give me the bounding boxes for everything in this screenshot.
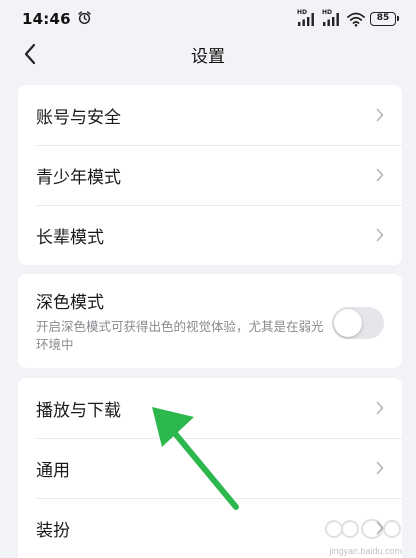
dark-mode-row: 深色模式 开启深色模式可获得出色的视觉体验，尤其是在弱光环境中 bbox=[18, 274, 402, 368]
dark-mode-group: 深色模式 开启深色模式可获得出色的视觉体验，尤其是在弱光环境中 bbox=[18, 274, 402, 368]
chevron-right-icon bbox=[376, 108, 384, 122]
nav-bar: 设置 bbox=[0, 38, 416, 70]
wifi-icon bbox=[347, 12, 365, 27]
settings-item-teen-mode[interactable]: 青少年模式 bbox=[18, 145, 402, 205]
settings-item-playback-download[interactable]: 播放与下载 bbox=[18, 378, 402, 438]
settings-item-label: 通用 bbox=[36, 460, 70, 481]
chevron-left-icon bbox=[24, 43, 36, 65]
account-settings-group: 账号与安全 青少年模式 长辈模式 bbox=[18, 85, 402, 265]
chevron-right-icon bbox=[376, 168, 384, 182]
status-time: 14:46 bbox=[22, 10, 71, 28]
chevron-right-icon bbox=[376, 461, 384, 475]
page-title: 设置 bbox=[191, 46, 225, 67]
chevron-right-icon bbox=[376, 521, 384, 535]
settings-item-label: 长辈模式 bbox=[36, 227, 104, 248]
dark-mode-toggle[interactable] bbox=[332, 307, 384, 339]
signal-icon-2: HD bbox=[322, 9, 342, 27]
signal-1-label: HD bbox=[297, 9, 308, 16]
toggle-knob bbox=[334, 309, 362, 337]
chevron-right-icon bbox=[376, 401, 384, 415]
dark-mode-description: 开启深色模式可获得出色的视觉体验，尤其是在弱光环境中 bbox=[36, 319, 324, 352]
dark-mode-title: 深色模式 bbox=[36, 293, 104, 313]
settings-item-label: 装扮 bbox=[36, 520, 70, 541]
status-left: 14:46 bbox=[22, 10, 92, 29]
dark-mode-text: 深色模式 开启深色模式可获得出色的视觉体验，尤其是在弱光环境中 bbox=[36, 288, 326, 354]
settings-item-general[interactable]: 通用 bbox=[18, 438, 402, 498]
battery-icon: 85 bbox=[370, 12, 399, 26]
status-right: HD HD 85 bbox=[297, 9, 399, 27]
settings-item-account-security[interactable]: 账号与安全 bbox=[18, 85, 402, 145]
watermark-text: jingyan.baidu.com bbox=[329, 546, 402, 556]
general-settings-group: 播放与下载 通用 装扮 bbox=[18, 378, 402, 558]
status-bar: 14:46 HD HD 85 bbox=[0, 0, 416, 38]
signal-icon-1: HD bbox=[297, 9, 317, 27]
settings-item-label: 账号与安全 bbox=[36, 107, 121, 128]
settings-item-elder-mode[interactable]: 长辈模式 bbox=[18, 205, 402, 265]
settings-item-label: 青少年模式 bbox=[36, 167, 121, 188]
settings-item-label: 播放与下载 bbox=[36, 400, 121, 421]
signal-2-label: HD bbox=[322, 9, 333, 16]
chevron-right-icon bbox=[376, 228, 384, 242]
alarm-icon bbox=[77, 10, 92, 29]
back-button[interactable] bbox=[16, 40, 44, 68]
